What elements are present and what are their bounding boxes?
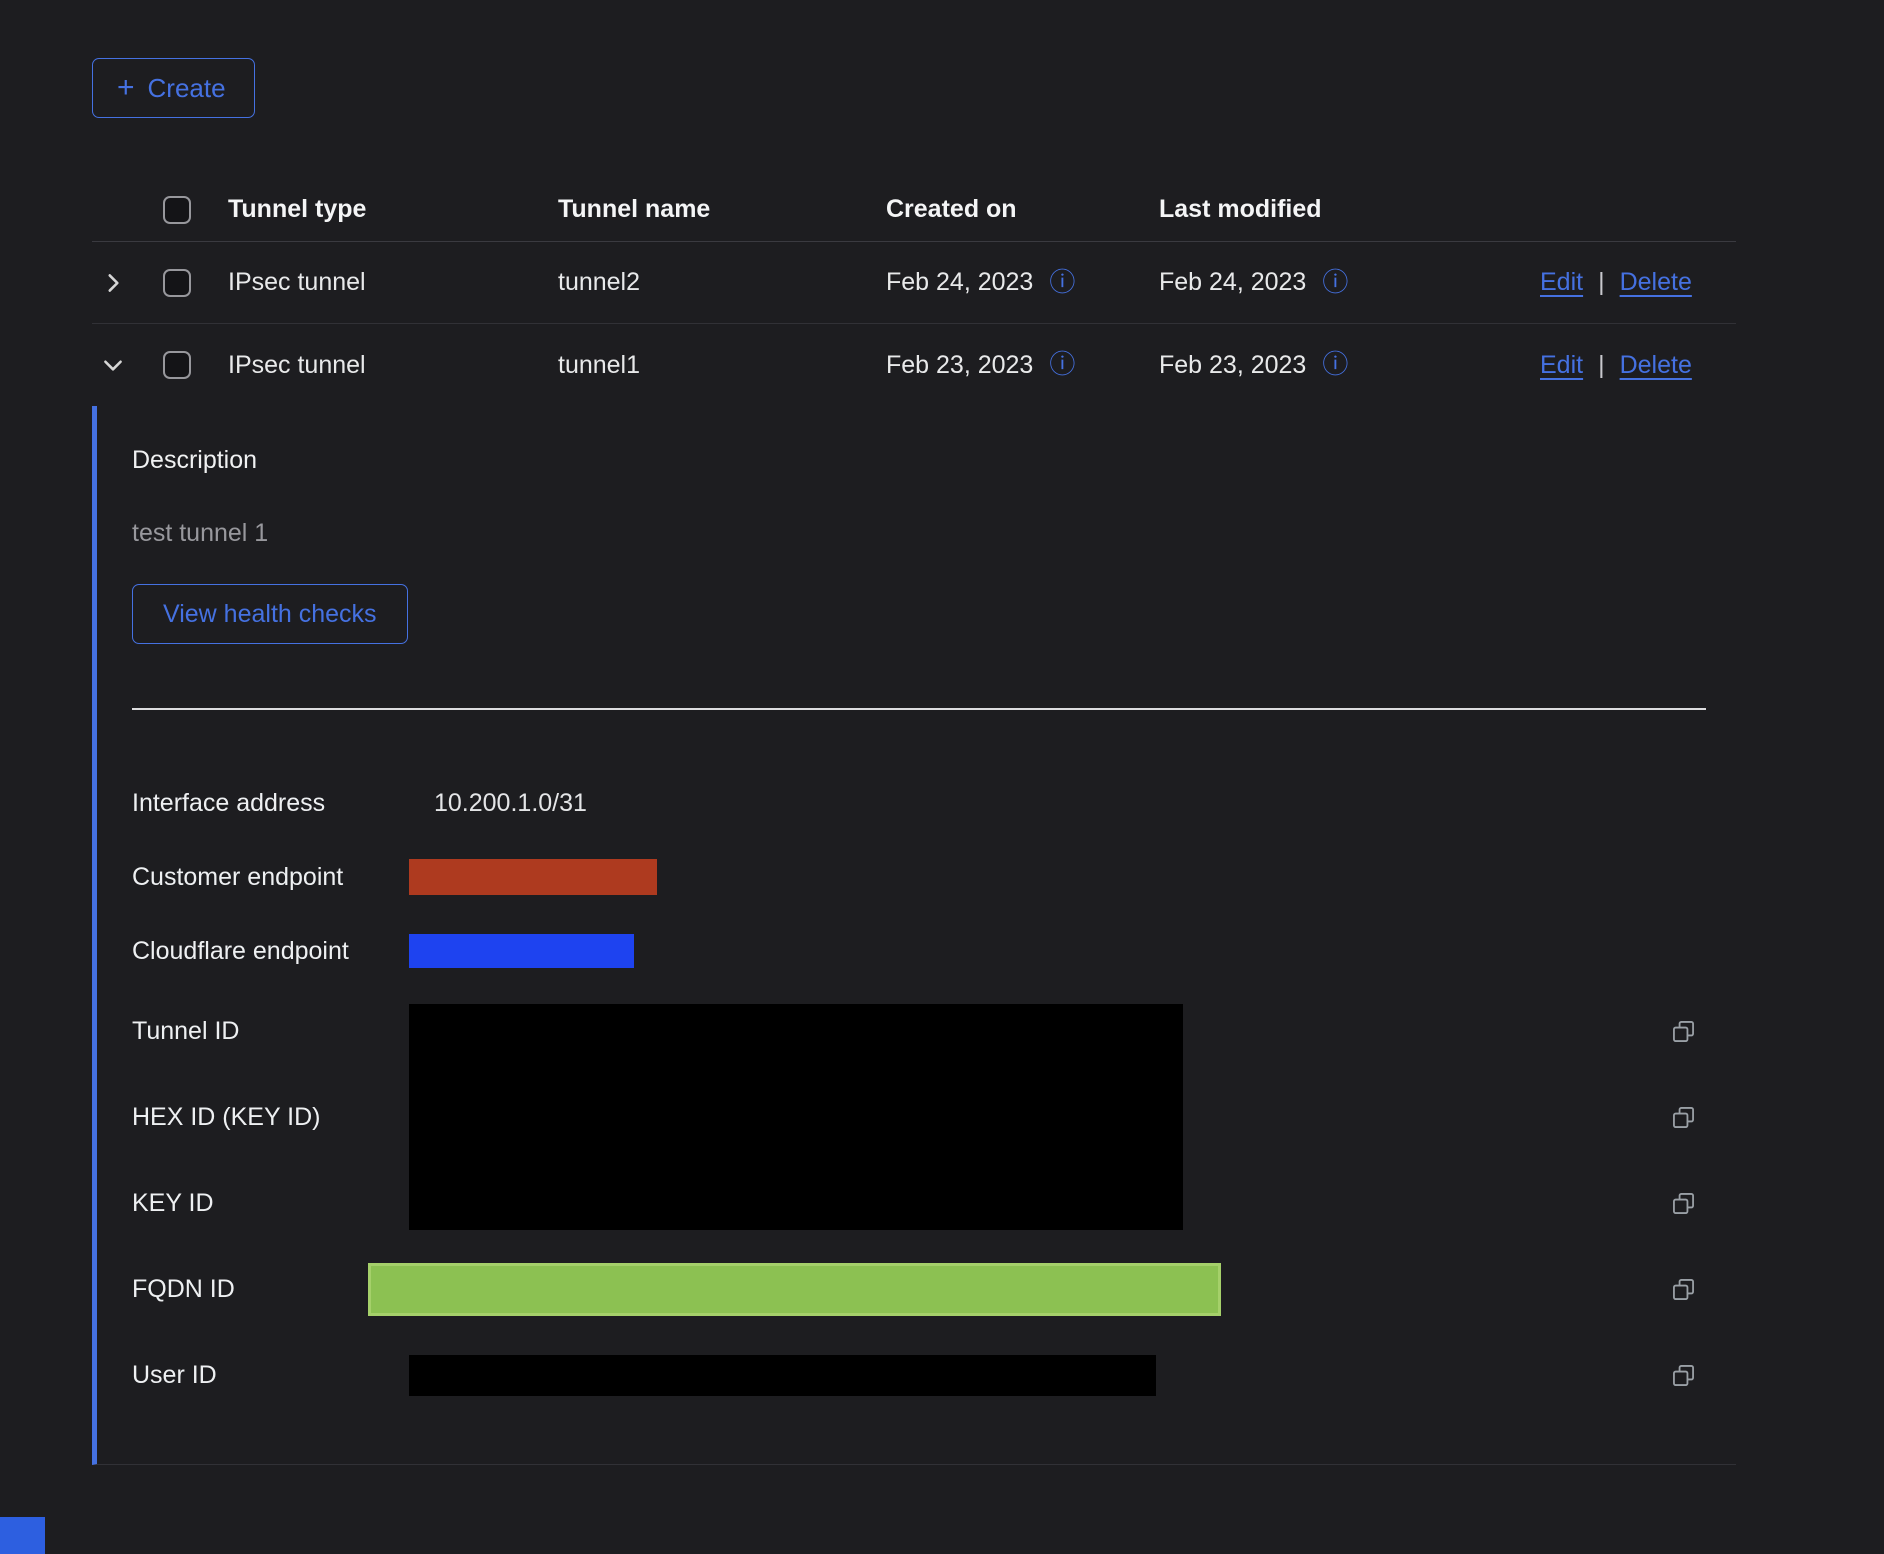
table-header-row: Tunnel type Tunnel name Created on Last … [92,178,1736,242]
interface-address-value: 10.200.1.0/31 [409,789,1664,818]
header-tunnel-type: Tunnel type [228,195,558,224]
create-button[interactable]: + Create [92,58,255,118]
interface-address-label: Interface address [132,789,409,818]
table-row: IPsec tunnel tunnel2 Feb 24, 2023 ⓘ Feb … [92,242,1736,324]
copy-icon[interactable] [1664,1104,1697,1131]
description-value: test tunnel 1 [132,519,1736,548]
view-health-checks-label: View health checks [163,600,377,629]
info-icon[interactable]: ⓘ [1322,270,1348,296]
user-id-label: User ID [132,1361,409,1390]
tunnels-table: Tunnel type Tunnel name Created on Last … [92,178,1736,1465]
customer-endpoint-redacted-value [409,859,657,895]
copy-icon[interactable] [1664,1362,1697,1389]
actions-separator: | [1598,268,1605,297]
key-id-label: KEY ID [132,1189,409,1218]
edit-link[interactable]: Edit [1540,268,1583,297]
tunnel-name-cell: tunnel1 [558,351,886,380]
row-checkbox[interactable] [163,269,191,297]
header-created-on: Created on [886,195,1159,224]
tunnel-fields: Interface address 10.200.1.0/31 Customer… [132,766,1736,1418]
tunnel-id-label: Tunnel ID [132,1017,409,1046]
header-tunnel-name: Tunnel name [558,195,886,224]
cloudflare-endpoint-label: Cloudflare endpoint [132,937,409,966]
delete-link[interactable]: Delete [1620,351,1692,380]
chevron-down-icon[interactable] [92,352,163,378]
created-on-cell: Feb 24, 2023 [886,268,1033,297]
tunnel-type-cell: IPsec tunnel [228,268,558,297]
panel-divider [132,708,1706,710]
copy-icon[interactable] [1664,1018,1697,1045]
table-row: IPsec tunnel tunnel1 Feb 23, 2023 ⓘ Feb … [92,324,1736,406]
created-on-cell: Feb 23, 2023 [886,351,1033,380]
chevron-right-icon[interactable] [92,270,163,296]
hex-id-label: HEX ID (KEY ID) [132,1103,409,1132]
copy-icon[interactable] [1664,1276,1697,1303]
tunnel-id-hex-key-redacted-values [409,1004,1183,1230]
fqdn-id-redacted-value [368,1263,1221,1316]
select-all-checkbox[interactable] [163,196,191,224]
plus-icon: + [117,73,135,103]
copy-icon[interactable] [1664,1190,1697,1217]
row-checkbox[interactable] [163,351,191,379]
view-health-checks-button[interactable]: View health checks [132,584,408,644]
info-icon[interactable]: ⓘ [1049,270,1075,296]
tunnel-detail-panel: Description test tunnel 1 View health ch… [92,406,1736,1465]
edit-link[interactable]: Edit [1540,351,1583,380]
last-modified-cell: Feb 24, 2023 [1159,268,1306,297]
create-button-label: Create [148,73,226,104]
tunnel-type-cell: IPsec tunnel [228,351,558,380]
last-modified-cell: Feb 23, 2023 [1159,351,1306,380]
description-label: Description [132,446,1736,475]
tunnel-name-cell: tunnel2 [558,268,886,297]
user-id-redacted-value [409,1355,1156,1396]
customer-endpoint-label: Customer endpoint [132,863,409,892]
actions-separator: | [1598,351,1605,380]
info-icon[interactable]: ⓘ [1322,352,1348,378]
delete-link[interactable]: Delete [1620,268,1692,297]
cloudflare-endpoint-redacted-value [409,934,634,968]
info-icon[interactable]: ⓘ [1049,352,1075,378]
header-last-modified: Last modified [1159,195,1540,224]
bottom-left-accent [0,1517,45,1554]
